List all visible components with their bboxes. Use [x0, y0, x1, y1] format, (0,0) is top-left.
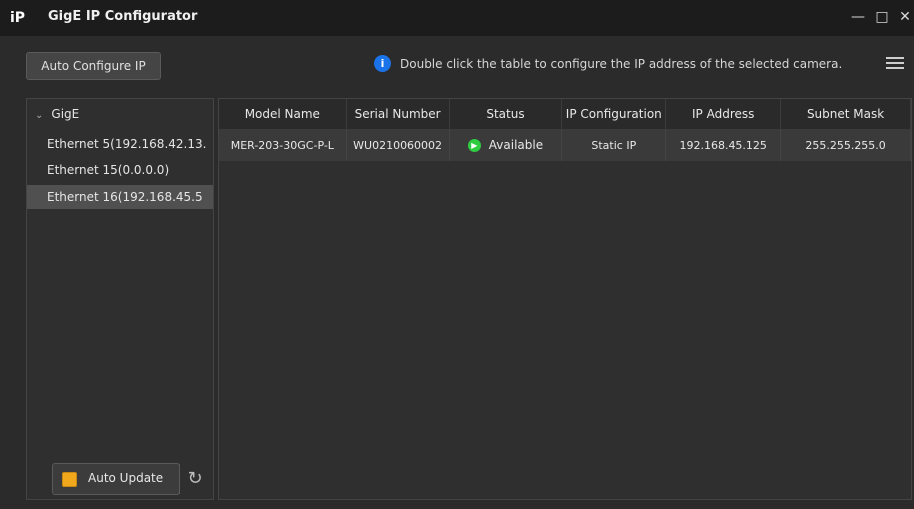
table-row[interactable]: MER-203-30GC-P-L WU0210060002 ▶ Available… [219, 129, 911, 161]
column-header-model-name[interactable]: Model Name [219, 99, 347, 129]
tree-item-label: Ethernet 16(192.168.45.5 [47, 190, 203, 204]
auto-update-label: Auto Update [88, 471, 164, 485]
auto-configure-ip-button[interactable]: Auto Configure IP [26, 52, 161, 80]
chevron-down-icon[interactable]: ⌄ [35, 110, 43, 121]
column-header-serial-number[interactable]: Serial Number [346, 99, 450, 129]
cell-ip-configuration: Static IP [561, 129, 667, 161]
window-title: GigE IP Configurator [48, 9, 198, 24]
cell-serial-number: WU0210060002 [346, 129, 450, 161]
tree-item-label: Ethernet 5(192.168.42.13. [47, 137, 207, 151]
maximize-icon[interactable]: □ [873, 8, 891, 26]
tree-root-label: GigE [51, 107, 80, 121]
auto-update-checkbox[interactable] [62, 472, 77, 487]
tree-root-gige[interactable]: ⌄ GigE [35, 107, 79, 121]
column-header-ip-configuration[interactable]: IP Configuration [561, 99, 667, 129]
tree-item-ethernet-5[interactable]: Ethernet 5(192.168.42.13. [27, 132, 213, 156]
cell-subnet-mask: 255.255.255.0 [780, 129, 911, 161]
status-available-icon: ▶ [467, 139, 481, 152]
auto-update-control: Auto Update ↻ [52, 463, 203, 495]
table-header-row: Model Name Serial Number Status IP Confi… [219, 99, 911, 129]
tree-item-ethernet-16[interactable]: Ethernet 16(192.168.45.5 [27, 185, 213, 209]
device-table: Model Name Serial Number Status IP Confi… [219, 99, 911, 161]
device-table-panel: Model Name Serial Number Status IP Confi… [218, 98, 912, 500]
column-header-subnet-mask[interactable]: Subnet Mask [780, 99, 911, 129]
refresh-icon[interactable]: ↻ [179, 464, 210, 494]
tree-item-ethernet-15[interactable]: Ethernet 15(0.0.0.0) [27, 158, 213, 182]
minimize-icon[interactable]: — [849, 8, 867, 26]
column-header-status[interactable]: Status [449, 99, 563, 129]
cell-ip-address: 192.168.45.125 [665, 129, 782, 161]
close-icon[interactable]: ✕ [896, 8, 914, 26]
tree-item-label: Ethernet 15(0.0.0.0) [47, 163, 170, 177]
info-icon: i [374, 55, 391, 72]
status-label: Available [488, 138, 544, 152]
info-message: Double click the table to configure the … [400, 57, 843, 71]
column-header-ip-address[interactable]: IP Address [665, 99, 782, 129]
interface-tree-panel: ⌄ GigE Ethernet 5(192.168.42.13. Ethernet… [26, 98, 214, 500]
cell-model-name: MER-203-30GC-P-L [219, 129, 347, 161]
cell-status: ▶ Available [449, 129, 563, 161]
title-bar: iP GigE IP Configurator — □ ✕ [0, 0, 914, 36]
hamburger-menu-icon[interactable] [886, 54, 904, 72]
app-logo-icon: iP [10, 10, 26, 26]
